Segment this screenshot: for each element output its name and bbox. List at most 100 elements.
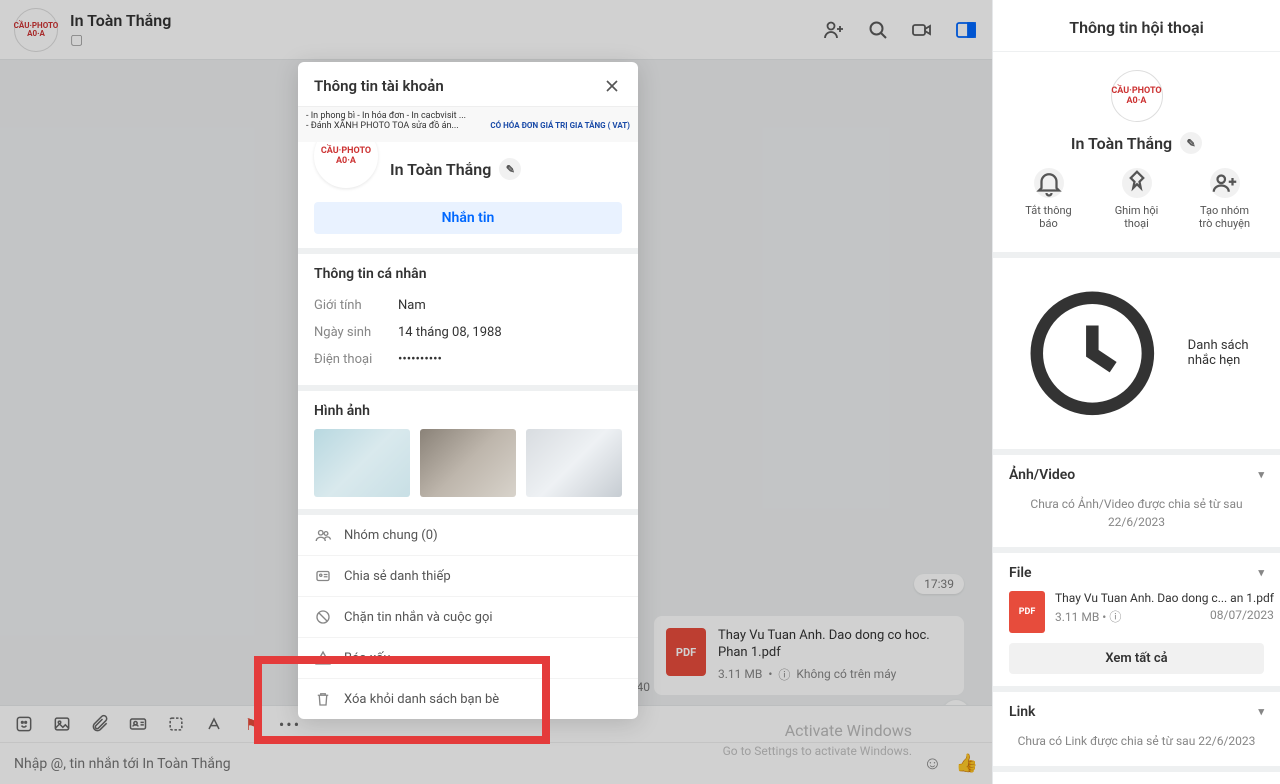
file-header[interactable]: File ▾	[1009, 565, 1264, 581]
right-panel: Thông tin hội thoại CẦU·PHOTOA0·A In Toà…	[992, 0, 1280, 784]
rp-file-item[interactable]: PDF Thay Vu Tuan Anh. Dao dong c... an 1…	[1009, 581, 1264, 633]
personal-info-section: Thông tin cá nhân Giới tính Nam Ngày sin…	[298, 254, 638, 385]
rp-file-details: Thay Vu Tuan Anh. Dao dong c... an 1.pdf…	[1055, 591, 1274, 625]
images-title: Hình ảnh	[314, 403, 622, 419]
emoji-icon[interactable]: ☺	[923, 753, 941, 774]
pdf-icon: PDF	[1009, 591, 1045, 633]
card-icon	[314, 567, 332, 585]
mute-action[interactable]: Tắt thông báo	[1018, 168, 1080, 230]
common-groups-label: Nhóm chung (0)	[344, 528, 438, 543]
gender-label: Giới tính	[314, 298, 398, 313]
block-icon	[314, 608, 332, 626]
add-friend-icon[interactable]	[822, 18, 846, 42]
modal-name: In Toàn Thắng	[390, 160, 491, 179]
message-button[interactable]: Nhắn tin	[314, 202, 622, 234]
modal-name-row: In Toàn Thắng ✎	[390, 158, 521, 180]
contact-card-icon[interactable]	[128, 714, 148, 734]
phone-label: Điện thoại	[314, 352, 398, 367]
modal-header: Thông tin tài khoản	[298, 62, 638, 106]
personal-info-title: Thông tin cá nhân	[314, 266, 622, 282]
media-section: Ảnh/Video ▾ Chưa có Ảnh/Video được chia …	[993, 455, 1280, 553]
media-header[interactable]: Ảnh/Video ▾	[1009, 467, 1264, 483]
thumb-2[interactable]	[420, 429, 516, 497]
birthday-label: Ngày sinh	[314, 325, 398, 340]
images-section: Hình ảnh	[298, 391, 638, 509]
more-icon[interactable]: •••	[280, 714, 300, 734]
app-root: CẦU·PHOTOA0·A In Toàn Thắng ▢	[0, 0, 1280, 784]
priority-icon[interactable]: ⚑	[242, 714, 262, 734]
report-label: Báo xấu	[344, 651, 391, 666]
remove-friend-row[interactable]: Xóa khỏi danh sách bạn bè	[298, 678, 638, 719]
clock-icon	[1009, 270, 1176, 437]
cover-line1: - In phong bì - In hóa đơn - In cacbvisi…	[306, 111, 630, 121]
rp-name-row: In Toàn Thắng ✎	[1071, 132, 1202, 154]
link-section: Link ▾ Chưa có Link được chia sẻ từ sau …	[993, 692, 1280, 772]
group-label: Tạo nhóm trò chuyện	[1194, 204, 1256, 230]
thumbs-up-icon[interactable]: 👍	[956, 753, 978, 774]
rp-avatar[interactable]: CẦU·PHOTOA0·A	[1111, 70, 1163, 122]
video-call-icon[interactable]	[910, 18, 934, 42]
screenshot-icon[interactable]	[166, 714, 186, 734]
sticker-icon[interactable]	[14, 714, 34, 734]
pin-icon	[1122, 168, 1152, 198]
search-icon[interactable]	[866, 18, 890, 42]
modal-actions: Nhóm chung (0) Chia sẻ danh thiếp Chặn t…	[298, 515, 638, 719]
modal-close-button[interactable]	[602, 76, 622, 96]
cover-vat: CÓ HÓA ĐƠN GIÁ TRỊ GIA TĂNG ( VAT)	[490, 121, 630, 130]
media-label: Ảnh/Video	[1009, 467, 1075, 483]
rp-file-date: 08/07/2023	[1210, 608, 1274, 625]
report-row[interactable]: Báo xấu	[298, 637, 638, 678]
chat-avatar[interactable]: CẦU·PHOTOA0·A	[14, 8, 58, 52]
file-name: Thay Vu Tuan Anh. Dao dong co hoc. Phan …	[718, 628, 952, 662]
header-actions	[822, 18, 978, 42]
share-card-row[interactable]: Chia sẻ danh thiếp	[298, 555, 638, 596]
edit-name-icon[interactable]: ✎	[499, 158, 521, 180]
thumb-3[interactable]	[526, 429, 622, 497]
modal-profile: CẦU·PHOTOA0·A In Toàn Thắng ✎	[298, 142, 638, 202]
phone-row: Điện thoại ••••••••••	[314, 346, 622, 373]
main-area: CẦU·PHOTOA0·A In Toàn Thắng ▢	[0, 0, 992, 784]
panel-toggle-icon[interactable]	[954, 18, 978, 42]
remove-friend-label: Xóa khỏi danh sách bạn bè	[344, 692, 499, 707]
security-section: Thiết lập bảo mật ▾ Tin nhắn tự xóa ⓘ Kh…	[993, 772, 1280, 784]
reminders-row[interactable]: Danh sách nhắc hẹn	[993, 258, 1280, 455]
common-groups-row[interactable]: Nhóm chung (0)	[298, 515, 638, 555]
chevron-down-icon: ▾	[1258, 566, 1264, 579]
warning-icon	[314, 649, 332, 667]
image-thumbs	[314, 429, 622, 497]
thumb-1[interactable]	[314, 429, 410, 497]
attach-icon[interactable]	[90, 714, 110, 734]
info-icon: ⓘ	[778, 666, 790, 683]
pin-action[interactable]: Ghim hội thoại	[1106, 168, 1168, 230]
chat-header: CẦU·PHOTOA0·A In Toàn Thắng ▢	[0, 0, 992, 60]
modal-cover: - In phong bì - In hóa đơn - In cacbvisi…	[298, 106, 638, 142]
rp-edit-icon[interactable]: ✎	[1180, 132, 1202, 154]
image-icon[interactable]	[52, 714, 72, 734]
rp-file-size: 3.11 MB	[1055, 610, 1099, 624]
watermark-sub: Go to Settings to activate Windows.	[723, 744, 912, 758]
share-card-label: Chia sẻ danh thiếp	[344, 569, 451, 584]
reminders-label: Danh sách nhắc hẹn	[1188, 338, 1264, 368]
gender-value: Nam	[398, 298, 426, 313]
rp-title: Thông tin hội thoại	[993, 0, 1280, 52]
modal-title: Thông tin tài khoản	[314, 77, 444, 95]
format-icon[interactable]	[204, 714, 224, 734]
chevron-down-icon: ▾	[1258, 468, 1264, 481]
tag-icon[interactable]: ▢	[70, 32, 810, 48]
block-row[interactable]: Chặn tin nhắn và cuộc gọi	[298, 596, 638, 637]
trash-icon	[314, 690, 332, 708]
chat-title-wrap: In Toàn Thắng ▢	[70, 11, 810, 48]
view-all-button[interactable]: Xem tất cả	[1009, 643, 1264, 674]
group-icon	[314, 526, 332, 544]
group-add-icon	[1210, 168, 1240, 198]
link-header[interactable]: Link ▾	[1009, 704, 1264, 720]
block-label: Chặn tin nhắn và cuộc gọi	[344, 610, 493, 625]
pin-label: Ghim hội thoại	[1106, 204, 1168, 230]
link-label: Link	[1009, 704, 1035, 720]
file-message[interactable]: PDF Thay Vu Tuan Anh. Dao dong co hoc. P…	[654, 616, 964, 695]
mute-label: Tắt thông báo	[1018, 204, 1080, 230]
birthday-row: Ngày sinh 14 tháng 08, 1988	[314, 319, 622, 346]
dot: •	[768, 667, 772, 681]
create-group-action[interactable]: Tạo nhóm trò chuyện	[1194, 168, 1256, 230]
react-button[interactable]: ☺	[942, 700, 970, 705]
